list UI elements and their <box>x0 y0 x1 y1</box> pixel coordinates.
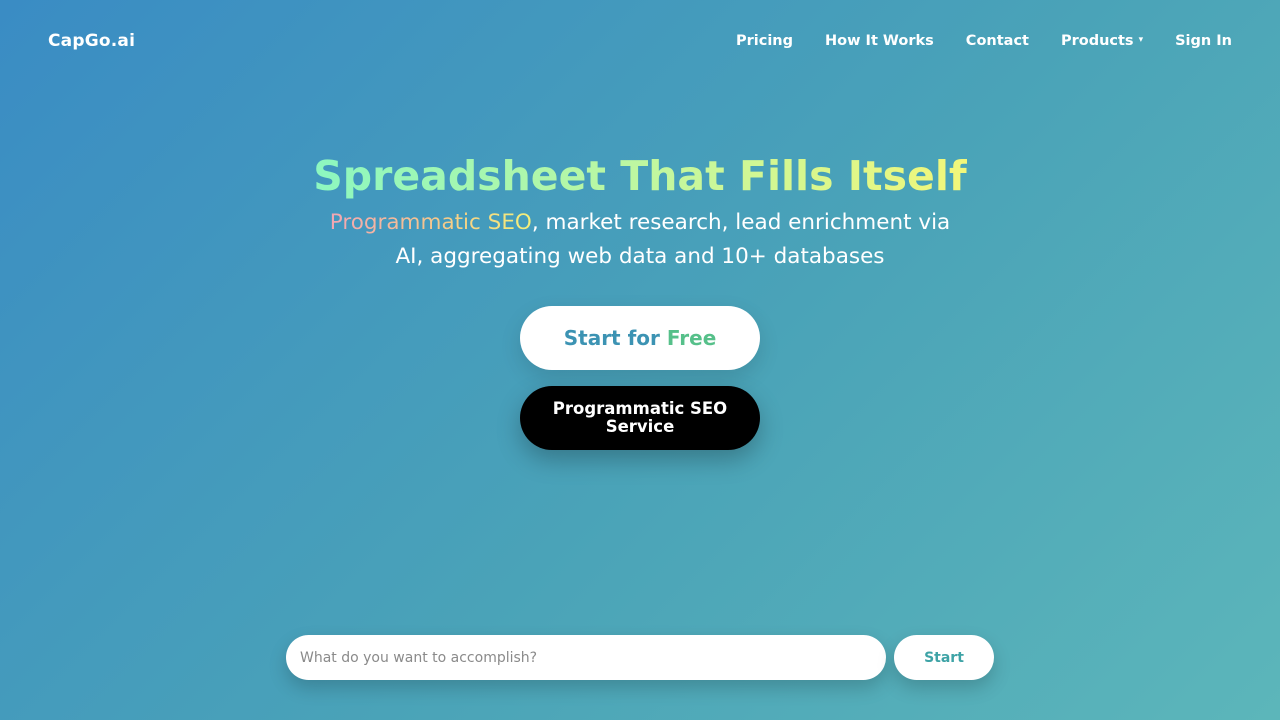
programmatic-seo-service-button[interactable]: Programmatic SEO Service <box>520 386 760 450</box>
hero-section: Spreadsheet That Fills Itself Programmat… <box>0 148 1280 274</box>
nav-products-label: Products <box>1060 33 1134 49</box>
nav-sign-in-link[interactable]: Sign In <box>1175 33 1232 49</box>
nav-pricing-link[interactable]: Pricing <box>736 33 793 49</box>
nav-products-dropdown[interactable]: Products ▾ <box>1061 33 1143 49</box>
nav-how-it-works-link[interactable]: How It Works <box>825 33 934 49</box>
caret-down-icon: ▾ <box>1138 35 1144 45</box>
start-button[interactable]: Start <box>894 635 994 680</box>
hero-subtitle: Programmatic SEO, market research, lead … <box>320 206 960 274</box>
start-for-free-button[interactable]: Start for Free <box>520 306 760 370</box>
nav-links: Pricing How It Works Contact Products ▾ … <box>736 33 1232 49</box>
brand-logo[interactable]: CapGo.ai <box>48 31 135 51</box>
start-for-label: Start for <box>563 326 660 350</box>
nav-contact-link[interactable]: Contact <box>966 33 1029 49</box>
free-label: Free <box>666 326 717 350</box>
goal-input[interactable] <box>286 635 886 680</box>
hero-title: Spreadsheet That Fills Itself <box>313 148 967 204</box>
hero-subtitle-highlight: Programmatic SEO <box>329 210 532 235</box>
top-navbar: CapGo.ai Pricing How It Works Contact Pr… <box>0 0 1280 82</box>
goal-search-bar: Start <box>286 635 994 680</box>
